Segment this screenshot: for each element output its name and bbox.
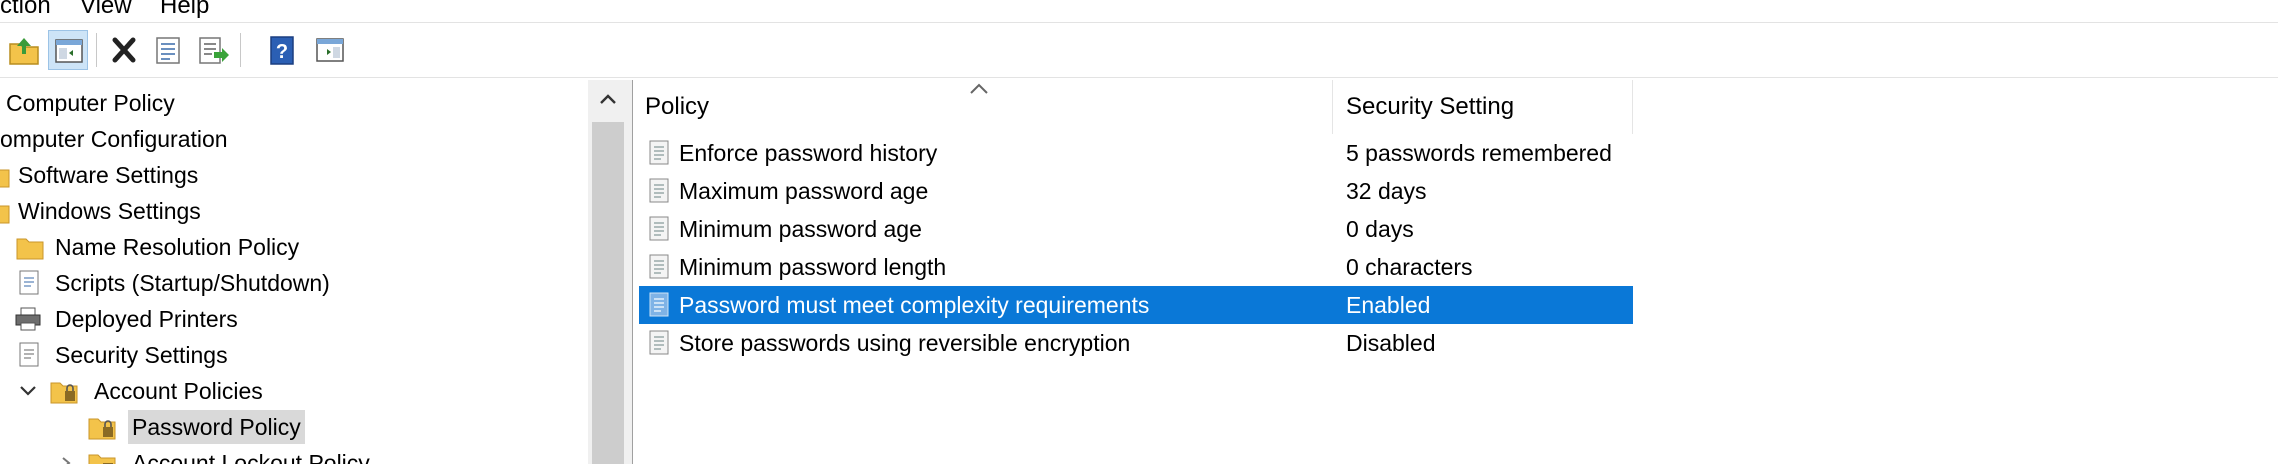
svg-text:?: ? [276,41,288,63]
policy-name: Maximum password age [679,178,929,204]
menu-bar: ction View Help [0,0,2278,20]
policy-setting-icon [649,254,669,279]
folder-icon [16,238,44,260]
menu-action[interactable]: ction [0,0,51,20]
script-icon [19,270,39,295]
tree-item-label: Windows Settings [18,198,201,224]
policy-setting-value: 5 passwords remembered [1346,140,1612,166]
table-row[interactable]: Maximum password age 32 days [639,172,1633,210]
tree-item-label: Deployed Printers [55,306,238,332]
policy-setting-value: 0 characters [1346,254,1473,280]
up-folder-icon[interactable] [4,30,44,70]
policy-list: Policy Security Setting Enforce password… [632,80,2278,464]
policy-folder-icon [88,454,116,464]
policy-setting-icon [649,292,669,317]
table-row[interactable]: Minimum password age 0 days [639,210,1633,248]
policy-setting-value: Enabled [1346,292,1431,318]
show-hide-tree-icon[interactable] [48,30,88,70]
policy-setting-icon [649,216,669,241]
policy-name: Enforce password history [679,140,938,166]
policy-folder-icon [88,418,116,440]
scroll-up-icon[interactable] [588,80,628,120]
table-row[interactable]: Enforce password history 5 passwords rem… [639,134,1633,172]
tree-item-label: Name Resolution Policy [55,234,300,260]
table-row-selected[interactable]: Password must meet complexity requiremen… [639,286,1633,324]
menu-view[interactable]: View [80,0,132,20]
tree-item-label: Account Policies [94,378,263,404]
policy-setting-value: Disabled [1346,330,1436,356]
delete-icon[interactable] [104,30,144,70]
column-header-security-setting[interactable]: Security Setting [1333,80,1633,134]
tree-item-label: Scripts (Startup/Shutdown) [55,270,330,296]
toolbar-separator [240,33,241,67]
policy-name: Store passwords using reversible encrypt… [679,330,1131,356]
folder-icon [0,205,10,224]
table-row[interactable]: Store passwords using reversible encrypt… [639,324,1633,362]
printer-icon [15,307,41,331]
policy-folder-icon [50,382,78,404]
tree-item-label: Computer Policy [6,90,175,116]
menu-help[interactable]: Help [160,0,209,20]
chevron-down-icon[interactable] [18,378,38,404]
policy-setting-icon [649,140,669,165]
policy-name: Minimum password age [679,216,922,242]
show-hide-action-pane-icon[interactable] [310,30,350,70]
folder-icon [0,169,10,188]
policy-setting-icon [649,178,669,203]
policy-setting-icon [649,330,669,355]
policy-setting-value: 0 days [1346,216,1414,242]
policy-name: Minimum password length [679,254,947,280]
policy-name: Password must meet complexity requiremen… [679,292,1150,318]
help-icon[interactable]: ? [262,30,302,70]
export-list-icon[interactable] [192,30,232,70]
toolbar: ? [0,22,2278,78]
policy-setting-value: 32 days [1346,178,1427,204]
tree-item-label: Software Settings [18,162,199,188]
tree-scrollbar[interactable] [588,80,628,464]
toolbar-separator [96,33,97,67]
properties-icon[interactable] [148,30,188,70]
tree-item-label: Password Policy [128,410,305,444]
scroll-thumb[interactable] [592,122,624,464]
table-row[interactable]: Minimum password length 0 characters [639,248,1633,286]
security-settings-icon [19,342,39,367]
chevron-right-icon[interactable] [58,450,74,464]
tree-item-label: omputer Configuration [0,126,228,152]
tree-item-label: Security Settings [55,342,228,368]
tree-item-label: Account Lockout Policy [132,450,370,464]
console-tree: Computer Policy omputer Configuration So… [0,80,629,464]
column-header-policy[interactable]: Policy [633,80,1333,134]
